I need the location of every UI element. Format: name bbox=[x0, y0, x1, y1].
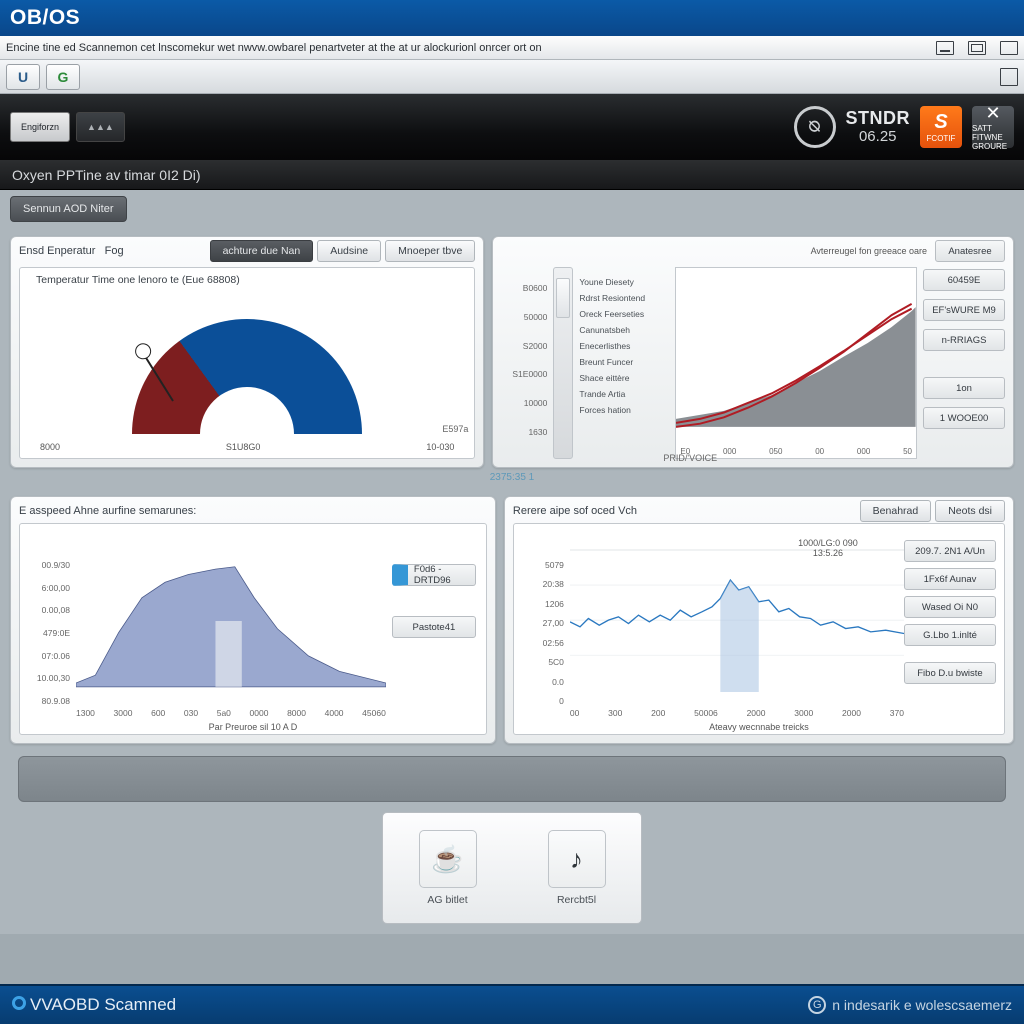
growth-yaxis: B060050000S2000S1E0000100001630 bbox=[501, 267, 547, 459]
session-chip[interactable]: Sennun AOD Niter bbox=[10, 196, 127, 222]
x-icon[interactable]: ✕SATT FITWNE GROURE bbox=[972, 106, 1014, 148]
rercbt-label: Rercbt5l bbox=[557, 894, 596, 906]
g-circle-icon: G bbox=[808, 996, 826, 1014]
tab-benahrad[interactable]: Benahrad bbox=[860, 500, 932, 522]
line-pill[interactable]: 209.7. 2N1 A/Un bbox=[904, 540, 996, 562]
chip-row: Sennun AOD Niter bbox=[0, 190, 1024, 230]
stndr-readout: STNDR 06.25 bbox=[846, 109, 911, 145]
tool-u-icon[interactable]: U bbox=[6, 64, 40, 90]
grey-strip bbox=[18, 756, 1006, 802]
annot-button[interactable]: Anatesree bbox=[935, 240, 1005, 262]
sub-header-text: Oxyen PPTine av timar 0I2 Di) bbox=[12, 167, 201, 183]
sub-header: Oxyen PPTine av timar 0I2 Di) bbox=[0, 160, 1024, 190]
line-pill[interactable]: G.Lbo 1.inlté bbox=[904, 624, 996, 646]
seal-icon: ⍉ bbox=[794, 106, 836, 148]
growth-plot: E00000500000050 bbox=[675, 267, 917, 459]
side-pill[interactable]: 1on bbox=[923, 377, 1005, 399]
side-pill[interactable]: 1 WOOE00 bbox=[923, 407, 1005, 429]
footer-right: Gn indesarik e wolescsaemerz bbox=[808, 996, 1012, 1014]
menu-bar: Encine tine ed Scannemon cet lnscomekur … bbox=[0, 36, 1024, 60]
divider-label: 2375:35 1 bbox=[10, 472, 1014, 492]
window-controls bbox=[936, 41, 1018, 55]
s-icon[interactable]: SFCOTIF bbox=[920, 106, 962, 148]
area-side-pill[interactable]: Pastote41 bbox=[392, 616, 476, 638]
stndr-label: STNDR bbox=[846, 109, 911, 129]
tab-audsine[interactable]: Audsine bbox=[317, 240, 381, 262]
panel-line-title: Rerere aipe sof oced Vch bbox=[513, 505, 637, 517]
square-button[interactable] bbox=[1000, 68, 1018, 86]
engine-button[interactable]: Engiforzn bbox=[10, 112, 70, 142]
line-pill[interactable]: Fibo D.u bwiste bbox=[904, 662, 996, 684]
growth-legend: Youne DiesetyRdrst ResiontendOreck Feers… bbox=[579, 267, 669, 459]
side-pill[interactable]: EF'sWURE M9 bbox=[923, 299, 1005, 321]
tool-g-icon[interactable]: G bbox=[46, 64, 80, 90]
ag-icon[interactable]: ☕ bbox=[419, 830, 477, 888]
line-pill[interactable]: Wased Oi N0 bbox=[904, 596, 996, 618]
gauge-icon bbox=[132, 319, 362, 434]
panel-area: E asspeed Ahne aurfine semarunes: 00.9/3… bbox=[10, 496, 496, 744]
vertical-scrollbar[interactable] bbox=[553, 267, 573, 459]
restore-button[interactable] bbox=[1000, 41, 1018, 55]
line-side-buttons: 209.7. 2N1 A/Un 1Fx6f Aunav Wased Oi N0 … bbox=[904, 534, 996, 684]
tool-row: U G bbox=[0, 60, 1024, 94]
gauge-plot: Temperatur Time one lenoro te (Eue 68808… bbox=[19, 267, 475, 459]
ag-label: AG bitlet bbox=[427, 894, 467, 906]
panel-area-title: E asspeed Ahne aurfine semarunes: bbox=[19, 505, 196, 517]
line-plot: 507920:38120627,0002:565C00.00 1000/LG:0… bbox=[513, 523, 1005, 735]
side-pill[interactable]: n-RRIAGS bbox=[923, 329, 1005, 351]
line-pill[interactable]: 1Fx6f Aunav bbox=[904, 568, 996, 590]
side-pill[interactable]: 60459E bbox=[923, 269, 1005, 291]
tab-neots[interactable]: Neots dsi bbox=[935, 500, 1005, 522]
gauge-plot-title: Temperatur Time one lenoro te (Eue 68808… bbox=[36, 274, 240, 286]
stndr-value: 06.25 bbox=[846, 129, 911, 146]
title-bar: OB/OS bbox=[0, 0, 1024, 36]
dark-button[interactable]: ▲▲▲ bbox=[76, 112, 125, 142]
growth-side-buttons: 60459E EF'sWURE M9 n-RRIAGS 1on 1 WOOE00 bbox=[923, 267, 1005, 459]
tab-achture[interactable]: achture due Nan bbox=[210, 240, 314, 262]
app-title: OB/OS bbox=[10, 6, 80, 30]
main-area: Ensd Enperatur Fog achture due Nan Audsi… bbox=[0, 230, 1024, 934]
area-plot: 00.9/306:00,000.00,08479:0E07:0.0610.00,… bbox=[19, 523, 487, 735]
black-header: Engiforzn ▲▲▲ ⍉ STNDR 06.25 SFCOTIF ✕SAT… bbox=[0, 94, 1024, 160]
footer-left: VVAOBD Scamned bbox=[12, 995, 176, 1015]
menu-text: Encine tine ed Scannemon cet lnscomekur … bbox=[6, 42, 542, 54]
rercbt-icon[interactable]: ♪ bbox=[548, 830, 606, 888]
maximize-button[interactable] bbox=[968, 41, 986, 55]
panel-gauge-title: Ensd Enperatur bbox=[19, 245, 95, 257]
footer-bar: VVAOBD Scamned Gn indesarik e wolescsaem… bbox=[0, 984, 1024, 1024]
bottom-toolbar: ☕ AG bitlet ♪ Rercbt5l bbox=[382, 812, 642, 924]
panel-growth: Avterreugel fon greeace oare Anatesree B… bbox=[492, 236, 1014, 468]
gauge-xticks: 8000S1U8G010-030 bbox=[40, 442, 454, 452]
panel-gauge: Ensd Enperatur Fog achture due Nan Audsi… bbox=[10, 236, 484, 468]
minimize-button[interactable] bbox=[936, 41, 954, 55]
panel-line: Rerere aipe sof oced Vch Benahrad Neots … bbox=[504, 496, 1014, 744]
area-side-pill[interactable]: F0d6 - DRTD96 bbox=[392, 564, 476, 586]
status-dot-icon bbox=[12, 996, 26, 1010]
tab-mnoeper[interactable]: Mnoeper tbve bbox=[385, 240, 475, 262]
